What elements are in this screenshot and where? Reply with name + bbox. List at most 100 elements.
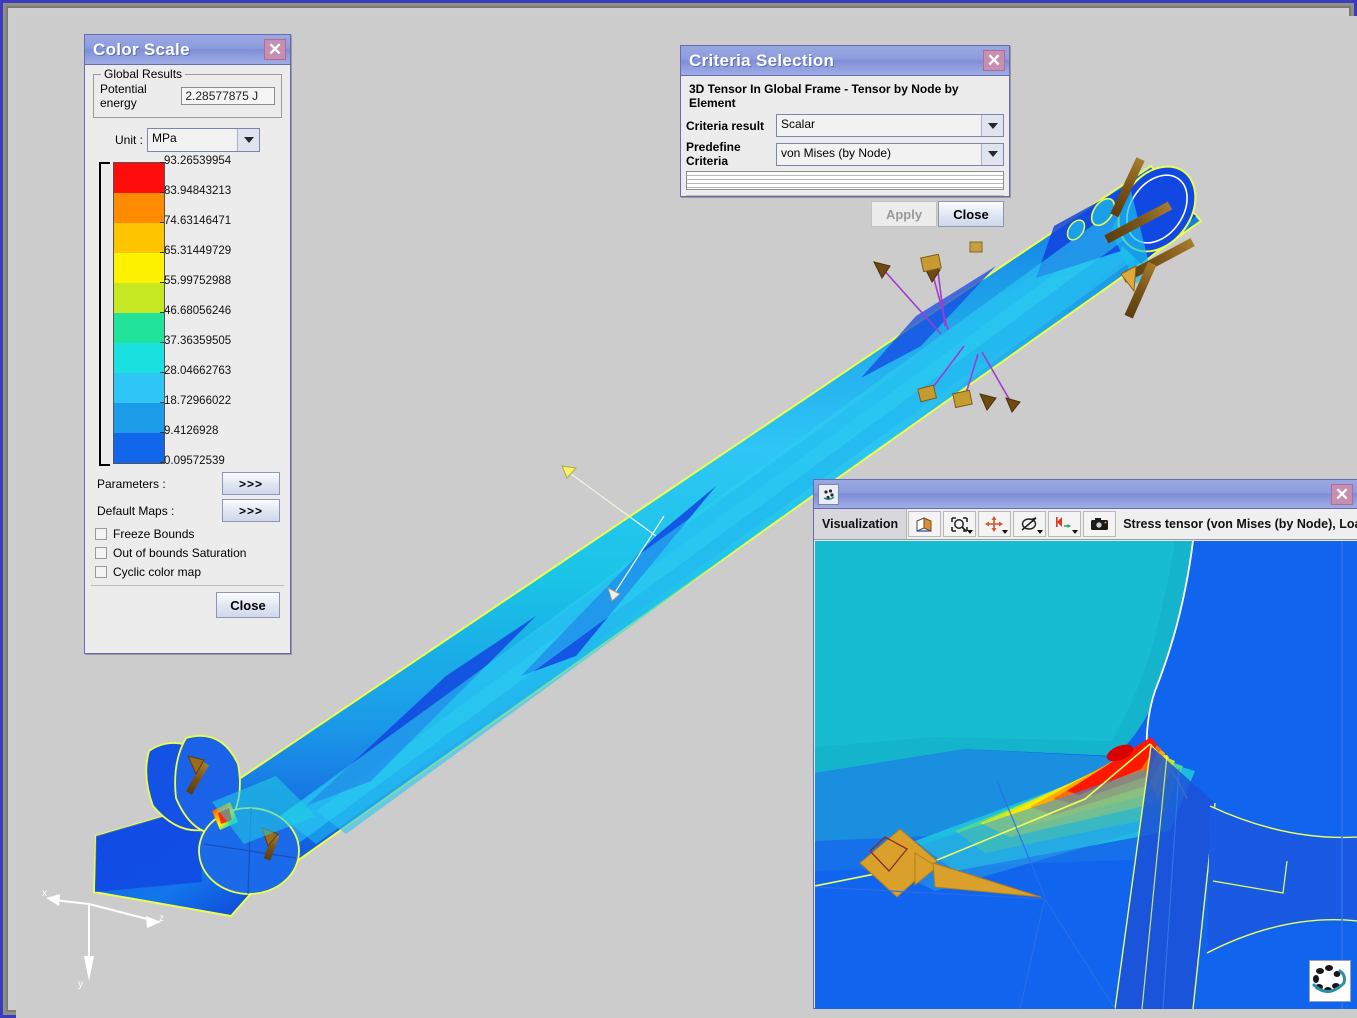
predefine-criteria-label: Predefine Criteria [686, 140, 776, 168]
color-scale-close-button[interactable]: Close [216, 592, 280, 618]
checkbox-icon[interactable] [95, 547, 107, 559]
default-maps-button[interactable]: >>> [222, 499, 280, 522]
criteria-list[interactable] [686, 171, 1004, 190]
color-scale-titlebar[interactable]: Color Scale ✕ [85, 35, 290, 65]
parameters-button[interactable]: >>> [222, 472, 280, 495]
apply-button[interactable]: Apply [871, 201, 937, 227]
color-scale-options: Freeze Bounds Out of bounds Saturation Cyc… [91, 527, 284, 579]
color-scale-band [114, 343, 164, 373]
color-scale-range-bracket [99, 162, 110, 466]
checkbox-icon[interactable] [95, 566, 107, 578]
color-scale-tick: 18.72966022 [164, 395, 231, 407]
criteria-title: Criteria Selection [689, 51, 983, 71]
unit-label: Unit : [115, 133, 143, 147]
zoom-area-icon[interactable] [943, 511, 976, 537]
color-scale-tick: 93.26539954 [164, 155, 231, 167]
main-3d-viewport[interactable]: x z y Color Scale ✕ Global Results Poten… [16, 16, 1357, 1018]
color-scale-strip[interactable] [113, 162, 165, 464]
global-results-legend: Global Results [101, 67, 185, 81]
chevron-down-icon[interactable] [1072, 530, 1078, 534]
animate-icon[interactable] [1048, 511, 1081, 537]
axis-label-x: x [42, 888, 47, 899]
parameters-label: Parameters : [97, 477, 166, 491]
color-scale-tick: 28.04662763 [164, 365, 231, 377]
color-scale-body: Global Results Potential energy 2.285778… [85, 65, 290, 624]
detail-stress-plot[interactable] [815, 541, 1357, 1009]
visualization-toolbar: Visualization [814, 509, 1357, 540]
color-scale-tick: 55.99752988 [164, 275, 231, 287]
unit-select[interactable]: MPa [147, 128, 260, 152]
visualization-toolbar-title: Visualization [814, 509, 907, 539]
application-frame: x z y Color Scale ✕ Global Results Poten… [0, 0, 1357, 1018]
criteria-titlebar[interactable]: Criteria Selection ✕ [681, 46, 1009, 76]
chevron-down-icon[interactable] [237, 129, 259, 151]
color-scale-legend: 93.2653995483.9484321374.6314647165.3144… [91, 158, 284, 468]
checkbox-icon[interactable] [95, 528, 107, 540]
color-scale-band [114, 163, 164, 193]
chevron-down-icon[interactable] [967, 530, 973, 534]
rotate-icon[interactable] [1013, 511, 1046, 537]
color-scale-band [114, 373, 164, 403]
application-inner-frame: x z y Color Scale ✕ Global Results Poten… [6, 6, 1351, 1012]
color-scale-footer: Close [91, 585, 284, 618]
criteria-selection-dialog[interactable]: Criteria Selection ✕ 3D Tensor In Global… [680, 45, 1010, 197]
visualization-tool-buttons [907, 509, 1117, 539]
axis-label-z: z [159, 913, 164, 924]
color-scale-checkbox[interactable]: Out of bounds Saturation [95, 546, 284, 560]
potential-energy-value[interactable]: 2.28577875 J [181, 87, 275, 105]
potential-energy-label: Potential energy [100, 82, 177, 110]
color-scale-band [114, 283, 164, 313]
color-scale-band [114, 253, 164, 283]
checkbox-label: Out of bounds Saturation [113, 546, 246, 560]
criteria-result-row: Criteria result Scalar [686, 114, 1004, 137]
visualization-canvas[interactable] [815, 541, 1357, 1009]
parameters-row: Parameters : >>> [97, 472, 280, 495]
close-icon[interactable]: ✕ [983, 50, 1005, 71]
color-scale-band [114, 223, 164, 253]
global-results-group: Global Results Potential energy 2.285778… [93, 74, 282, 118]
visualization-caption: Stress tensor (von Mises (by Node), Load… [1117, 509, 1357, 539]
criteria-footer: Apply Close [686, 195, 1004, 227]
color-scale-title: Color Scale [93, 40, 264, 60]
criteria-result-label: Criteria result [686, 119, 776, 133]
predefine-criteria-select[interactable]: von Mises (by Node) [776, 143, 1004, 166]
criteria-result-value: Scalar [777, 115, 981, 136]
color-scale-dialog[interactable]: Color Scale ✕ Global Results Potential e… [84, 34, 291, 654]
criteria-result-select[interactable]: Scalar [776, 114, 1004, 137]
color-scale-checkbox[interactable]: Freeze Bounds [95, 527, 284, 541]
chevron-down-icon[interactable] [1002, 530, 1008, 534]
close-icon[interactable]: ✕ [264, 39, 286, 60]
criteria-close-button[interactable]: Close [938, 201, 1004, 227]
visualization-titlebar[interactable]: ✕ [814, 480, 1357, 509]
snapshot-camera-icon[interactable] [1083, 511, 1116, 537]
chevron-down-icon[interactable] [981, 115, 1003, 136]
color-scale-tick: 46.68056246 [164, 305, 231, 317]
predefine-criteria-row: Predefine Criteria von Mises (by Node) [686, 140, 1004, 168]
default-maps-row: Default Maps : >>> [97, 499, 280, 522]
color-scale-checkbox[interactable]: Cyclic color map [95, 565, 284, 579]
visualization-window[interactable]: ✕ Visualization [813, 479, 1357, 1009]
criteria-body: 3D Tensor In Global Frame - Tensor by No… [681, 76, 1009, 231]
color-scale-tick: 65.31449729 [164, 245, 231, 257]
color-scale-band [114, 403, 164, 433]
render-style-icon[interactable] [908, 511, 941, 537]
predefine-criteria-value: von Mises (by Node) [777, 144, 981, 165]
chevron-down-icon[interactable] [1037, 530, 1043, 534]
color-scale-tick: 74.63146471 [164, 215, 231, 227]
color-scale-tick: 9.4126928 [164, 425, 218, 437]
chevron-down-icon[interactable] [981, 144, 1003, 165]
checkbox-label: Cyclic color map [113, 565, 201, 579]
close-icon[interactable]: ✕ [1331, 484, 1353, 505]
color-scale-band [114, 313, 164, 343]
pan-move-icon[interactable] [978, 511, 1011, 537]
application-icon [818, 484, 839, 505]
color-scale-tick-labels: 93.2653995483.9484321374.6314647165.3144… [164, 158, 292, 468]
axis-label-y: y [78, 979, 83, 990]
color-scale-band [114, 433, 164, 463]
criteria-header: 3D Tensor In Global Frame - Tensor by No… [686, 80, 1004, 114]
product-logo-icon [1309, 960, 1351, 1002]
criteria-fields: Criteria result Scalar Predefine Criteri… [686, 114, 1004, 168]
default-maps-label: Default Maps : [97, 504, 174, 518]
color-scale-band [114, 193, 164, 223]
color-scale-tick: 0.09572539 [164, 455, 225, 467]
